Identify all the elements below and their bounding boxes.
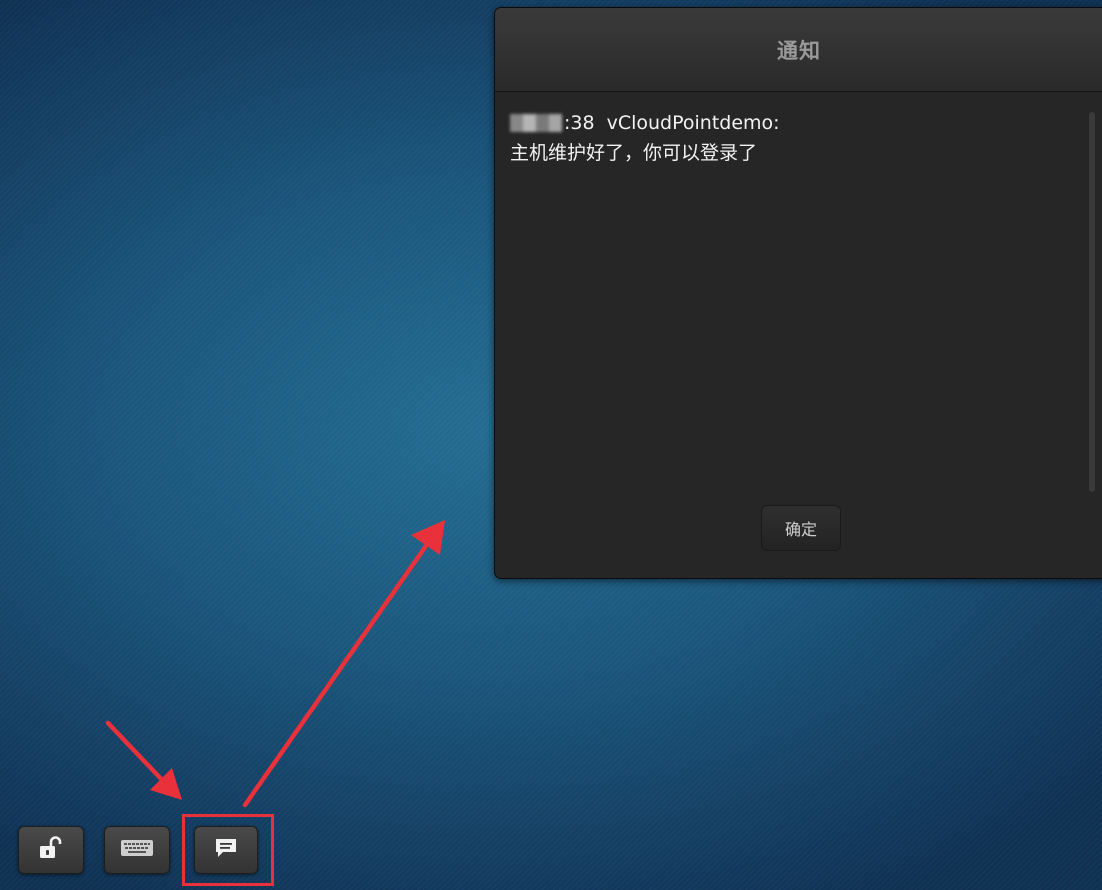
message-button[interactable] — [194, 826, 258, 874]
message-sender: vCloudPointdemo: — [606, 112, 780, 134]
dialog-title: 通知 — [777, 38, 821, 63]
arrow-to-dialog — [242, 540, 431, 808]
message-time: :38 — [564, 112, 595, 134]
notification-dialog: 通知 :38 vCloudPointdemo: 主机维护好了，你可以登录了 确定 — [494, 7, 1102, 579]
keyboard-icon — [120, 839, 154, 861]
arrow-to-button-head — [150, 768, 182, 800]
ok-button[interactable]: 确定 — [761, 505, 841, 551]
message-header: :38 vCloudPointdemo: — [510, 108, 1070, 138]
message-scrollbar[interactable] — [1089, 112, 1095, 492]
notification-message-area: :38 vCloudPointdemo: 主机维护好了，你可以登录了 — [510, 108, 1070, 168]
arrow-to-button — [105, 720, 168, 786]
dialog-header: 通知 — [495, 8, 1102, 92]
redacted-timestamp — [510, 114, 562, 132]
unlock-icon — [38, 836, 64, 864]
arrow-to-dialog-head — [411, 520, 445, 555]
message-text: 主机维护好了，你可以登录了 — [510, 142, 758, 164]
desktop-background: 通知 :38 vCloudPointdemo: 主机维护好了，你可以登录了 确定 — [0, 0, 1102, 890]
chat-icon — [214, 837, 238, 863]
unlock-button[interactable] — [18, 826, 84, 874]
keyboard-button[interactable] — [104, 826, 170, 874]
